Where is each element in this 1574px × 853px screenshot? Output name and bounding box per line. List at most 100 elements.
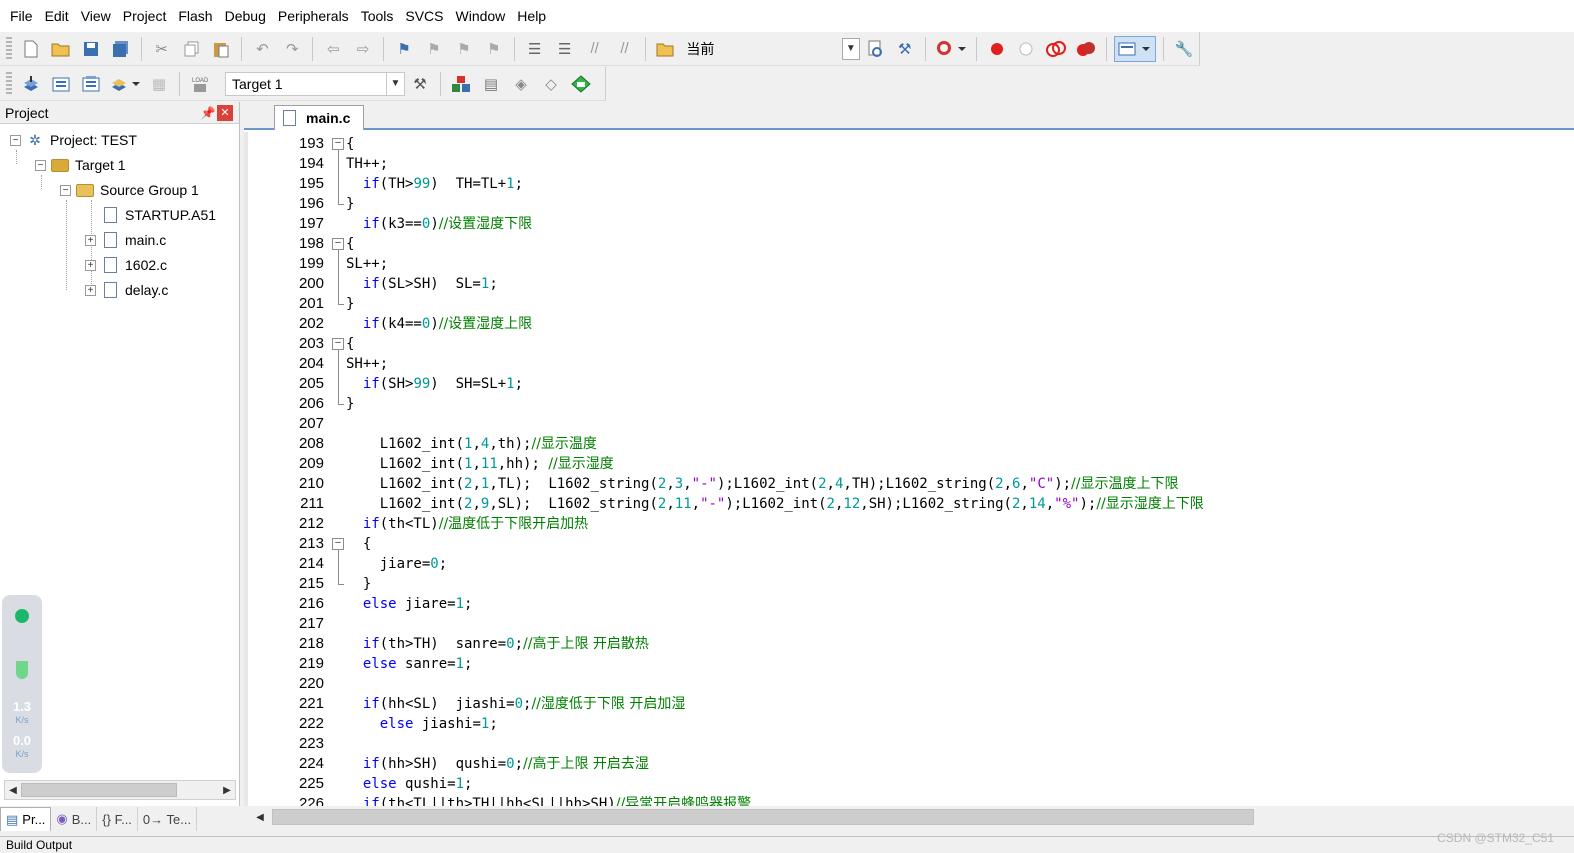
- unindent-icon[interactable]: ☰: [552, 36, 578, 62]
- tree-item-file[interactable]: + 1602.c: [85, 253, 167, 277]
- code-line[interactable]: 198−{: [244, 234, 1574, 254]
- cut-icon[interactable]: ✂: [149, 36, 175, 62]
- save-icon[interactable]: [78, 36, 104, 62]
- expand-icon[interactable]: +: [85, 259, 96, 271]
- expand-icon[interactable]: +: [85, 284, 96, 296]
- menu-tools[interactable]: Tools: [355, 0, 400, 32]
- copy-icon[interactable]: [179, 36, 205, 62]
- kill-all-breakpoints-icon[interactable]: [1073, 36, 1099, 62]
- new-file-icon[interactable]: [18, 36, 44, 62]
- translate-icon[interactable]: [18, 71, 44, 97]
- menu-project[interactable]: Project: [117, 0, 173, 32]
- fold-collapse-icon[interactable]: −: [332, 338, 344, 350]
- code-line[interactable]: 210 L1602_int(2,1,TL); L1602_string(2,3,…: [244, 474, 1574, 494]
- build-icon[interactable]: [48, 71, 74, 97]
- code-line[interactable]: 202 if(k4==0)//设置湿度上限: [244, 314, 1574, 334]
- code-line[interactable]: 207: [244, 414, 1574, 434]
- menu-window[interactable]: Window: [450, 0, 512, 32]
- tree-item-file[interactable]: STARTUP.A51: [101, 203, 216, 227]
- pack-installer-icon[interactable]: ◇: [538, 71, 564, 97]
- expand-icon[interactable]: +: [85, 234, 96, 246]
- disable-all-breakpoints-icon[interactable]: [1043, 36, 1069, 62]
- batch-build-icon[interactable]: [108, 71, 142, 97]
- menu-help[interactable]: Help: [511, 0, 552, 32]
- code-line[interactable]: 224 if(hh>SH) qushi=0;//高于上限 开启去湿: [244, 754, 1574, 774]
- fold-collapse-icon[interactable]: −: [332, 538, 344, 550]
- fold-collapse-icon[interactable]: −: [332, 138, 344, 150]
- bookmark-icon[interactable]: ⚑: [391, 36, 417, 62]
- code-line[interactable]: 200 if(SL>SH) SL=1;: [244, 274, 1574, 294]
- code-line[interactable]: 218 if(th>TH) sanre=0;//高于上限 开启散热: [244, 634, 1574, 654]
- code-line[interactable]: 204 SH++;: [244, 354, 1574, 374]
- target-options-icon[interactable]: ⚒: [407, 71, 433, 97]
- code-line[interactable]: 220: [244, 674, 1574, 694]
- menu-svcs[interactable]: SVCS: [399, 0, 449, 32]
- menu-file[interactable]: File: [4, 0, 39, 32]
- close-icon[interactable]: ✕: [217, 104, 233, 121]
- chevron-down-icon[interactable]: ▼: [386, 72, 404, 95]
- disable-breakpoint-icon[interactable]: [1014, 36, 1040, 62]
- window-layout-icon[interactable]: [1114, 35, 1157, 62]
- code-line[interactable]: 217: [244, 614, 1574, 634]
- prev-bookmark-icon[interactable]: ⚑: [421, 36, 447, 62]
- chevron-down-icon[interactable]: ▼: [841, 37, 860, 60]
- menu-peripherals[interactable]: Peripherals: [272, 0, 355, 32]
- code-line[interactable]: 211 L1602_int(2,9,SL); L1602_string(2,11…: [244, 494, 1574, 514]
- navigate-forward-icon[interactable]: ⇨: [350, 36, 376, 62]
- tree-item-file[interactable]: + main.c: [85, 228, 166, 252]
- collapse-icon[interactable]: −: [60, 184, 71, 196]
- tree-item-target[interactable]: − Target 1: [35, 153, 126, 177]
- scroll-left-icon[interactable]: ◀: [252, 808, 268, 826]
- code-line[interactable]: 208 L1602_int(1,4,th);//显示温度: [244, 434, 1574, 454]
- incremental-find-icon[interactable]: ⚒: [892, 36, 918, 62]
- code-line[interactable]: 195 if(TH>99) TH=TL+1;: [244, 174, 1574, 194]
- menu-view[interactable]: View: [75, 0, 117, 32]
- menu-flash[interactable]: Flash: [172, 0, 218, 32]
- find-combo[interactable]: 当前 ▼: [680, 37, 860, 61]
- paste-icon[interactable]: [209, 36, 235, 62]
- debug-session-icon[interactable]: [933, 36, 969, 62]
- code-line[interactable]: 194 TH++;: [244, 154, 1574, 174]
- tree-item-file[interactable]: + delay.c: [85, 278, 168, 302]
- editor-horizontal-scrollbar[interactable]: ◀: [244, 806, 1574, 828]
- next-bookmark-icon[interactable]: ⚑: [451, 36, 477, 62]
- file-extensions-icon[interactable]: ▤: [478, 71, 504, 97]
- code-line[interactable]: 209 L1602_int(1,11,hh); //显示湿度: [244, 454, 1574, 474]
- code-line[interactable]: 219 else sanre=1;: [244, 654, 1574, 674]
- code-line[interactable]: 212 if(th<TL)//温度低于下限开启加热: [244, 514, 1574, 534]
- code-line[interactable]: 201}: [244, 250, 1574, 314]
- menu-debug[interactable]: Debug: [219, 0, 272, 32]
- find-in-files-icon[interactable]: [653, 36, 679, 62]
- pin-icon[interactable]: 📌: [199, 106, 217, 120]
- code-editor[interactable]: 193−{194 TH++; 195 if(TH>99) TH=TL+1; 196} 1…: [244, 132, 1574, 808]
- rebuild-icon[interactable]: [78, 71, 104, 97]
- code-line[interactable]: 213− {: [244, 534, 1574, 554]
- clear-bookmarks-icon[interactable]: ⚑: [481, 36, 507, 62]
- run-time-environment-icon[interactable]: [568, 71, 594, 97]
- network-speed-widget[interactable]: 1.3 K/s 0.0 K/s: [2, 595, 42, 773]
- collapse-icon[interactable]: −: [10, 134, 21, 146]
- code-line[interactable]: 206}: [244, 350, 1574, 414]
- code-line[interactable]: 214 jiare=0;: [244, 554, 1574, 574]
- tab-project[interactable]: ▤ Pr...: [0, 807, 52, 831]
- toolbar-grip[interactable]: [6, 36, 12, 61]
- uncomment-icon[interactable]: //: [612, 36, 638, 62]
- menu-edit[interactable]: Edit: [39, 0, 75, 32]
- code-line[interactable]: 215 }: [244, 550, 1574, 594]
- code-line[interactable]: 196}: [244, 150, 1574, 214]
- save-all-icon[interactable]: [108, 36, 134, 62]
- code-line[interactable]: 221 if(hh<SL) jiashi=0;//湿度低于下限 开启加湿: [244, 694, 1574, 714]
- collapse-icon[interactable]: −: [35, 159, 46, 171]
- project-horizontal-scrollbar[interactable]: ◀ ▶: [4, 780, 236, 800]
- code-line[interactable]: 193−{: [244, 134, 1574, 154]
- code-line[interactable]: 222 else jiashi=1;: [244, 714, 1574, 734]
- navigate-back-icon[interactable]: ⇦: [320, 36, 346, 62]
- scrollbar-thumb[interactable]: [21, 783, 177, 797]
- select-packs-icon[interactable]: ◈: [508, 71, 534, 97]
- undo-icon[interactable]: ↶: [249, 36, 275, 62]
- manage-components-icon[interactable]: [448, 71, 474, 97]
- target-select[interactable]: Target 1 ▼: [225, 71, 405, 96]
- code-line[interactable]: 223: [244, 734, 1574, 754]
- tree-item-source-group[interactable]: − Source Group 1: [60, 178, 199, 202]
- scroll-left-icon[interactable]: ◀: [5, 781, 21, 799]
